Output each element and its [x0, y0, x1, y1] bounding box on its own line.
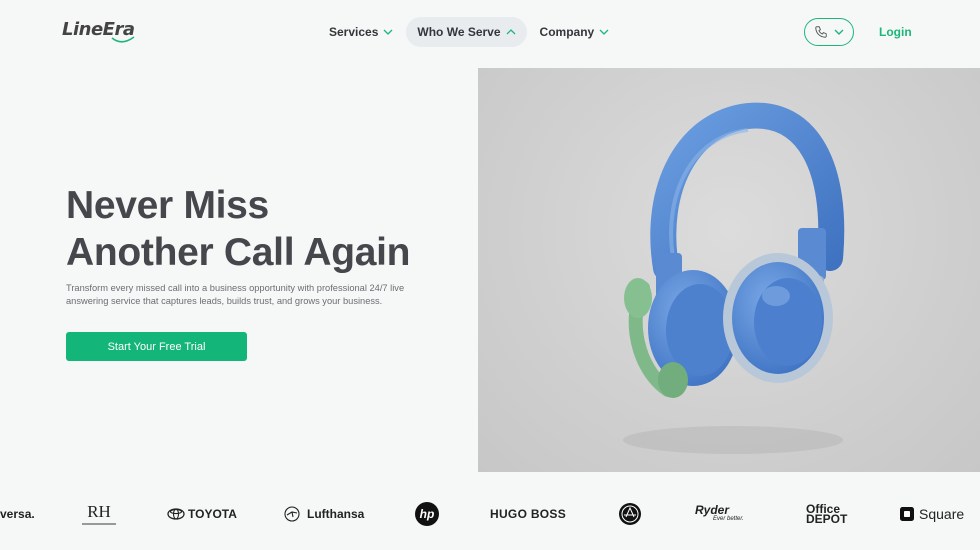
lineera-logo[interactable]: LineEra — [62, 19, 135, 43]
hero-title: Never Miss Another Call Again — [66, 182, 410, 276]
rh-logo: RH — [82, 498, 116, 530]
nav-who-we-serve[interactable]: Who We Serve — [406, 17, 527, 47]
chevron-up-icon — [506, 29, 515, 35]
chevron-down-icon — [383, 29, 393, 35]
hero-headset-image — [478, 68, 980, 472]
hero-title-line-1: Never Miss — [66, 184, 269, 227]
phone-dropdown-button[interactable] — [804, 18, 854, 46]
hero-description: Transform every missed call into a busin… — [66, 283, 405, 307]
hugo-boss-logo: HUGO BOSS — [490, 507, 567, 521]
nav-company[interactable]: Company — [529, 17, 621, 47]
client-logos-strip: versa. RH TOYOTA Lufthansa hp HUGO BOSS … — [0, 498, 980, 532]
phone-icon — [815, 26, 827, 38]
toyota-logo: TOYOTA — [167, 498, 237, 530]
square-logo: Square — [899, 498, 964, 530]
hero-title-line-2: Another Call Again — [66, 231, 411, 274]
ryder-logo: Ryder Ever better. — [695, 503, 744, 522]
toyota-emblem-icon — [167, 508, 185, 520]
headset-illustration — [623, 102, 845, 454]
warriors-bridge-icon — [619, 503, 641, 525]
start-free-trial-button[interactable]: Start Your Free Trial — [66, 332, 247, 361]
logo-phone-swoosh-icon — [111, 36, 135, 43]
login-link[interactable]: Login — [879, 25, 912, 39]
hp-logo: hp — [415, 498, 439, 530]
square-logo-icon — [900, 507, 914, 521]
main-nav: Services Who We Serve Company — [318, 17, 622, 47]
lufthansa-crane-icon — [284, 506, 300, 522]
site-header: LineEra Services Who We Serve Company Lo… — [0, 0, 980, 64]
chevron-down-icon — [599, 29, 609, 35]
chevron-down-icon — [834, 29, 844, 35]
warriors-logo — [618, 498, 642, 530]
universa-logo: versa. — [0, 507, 35, 521]
nav-services[interactable]: Services — [318, 17, 404, 47]
office-depot-logo: Office DEPOT — [806, 502, 848, 526]
lufthansa-logo: Lufthansa — [284, 498, 364, 530]
rh-subtitle-line — [82, 522, 116, 525]
